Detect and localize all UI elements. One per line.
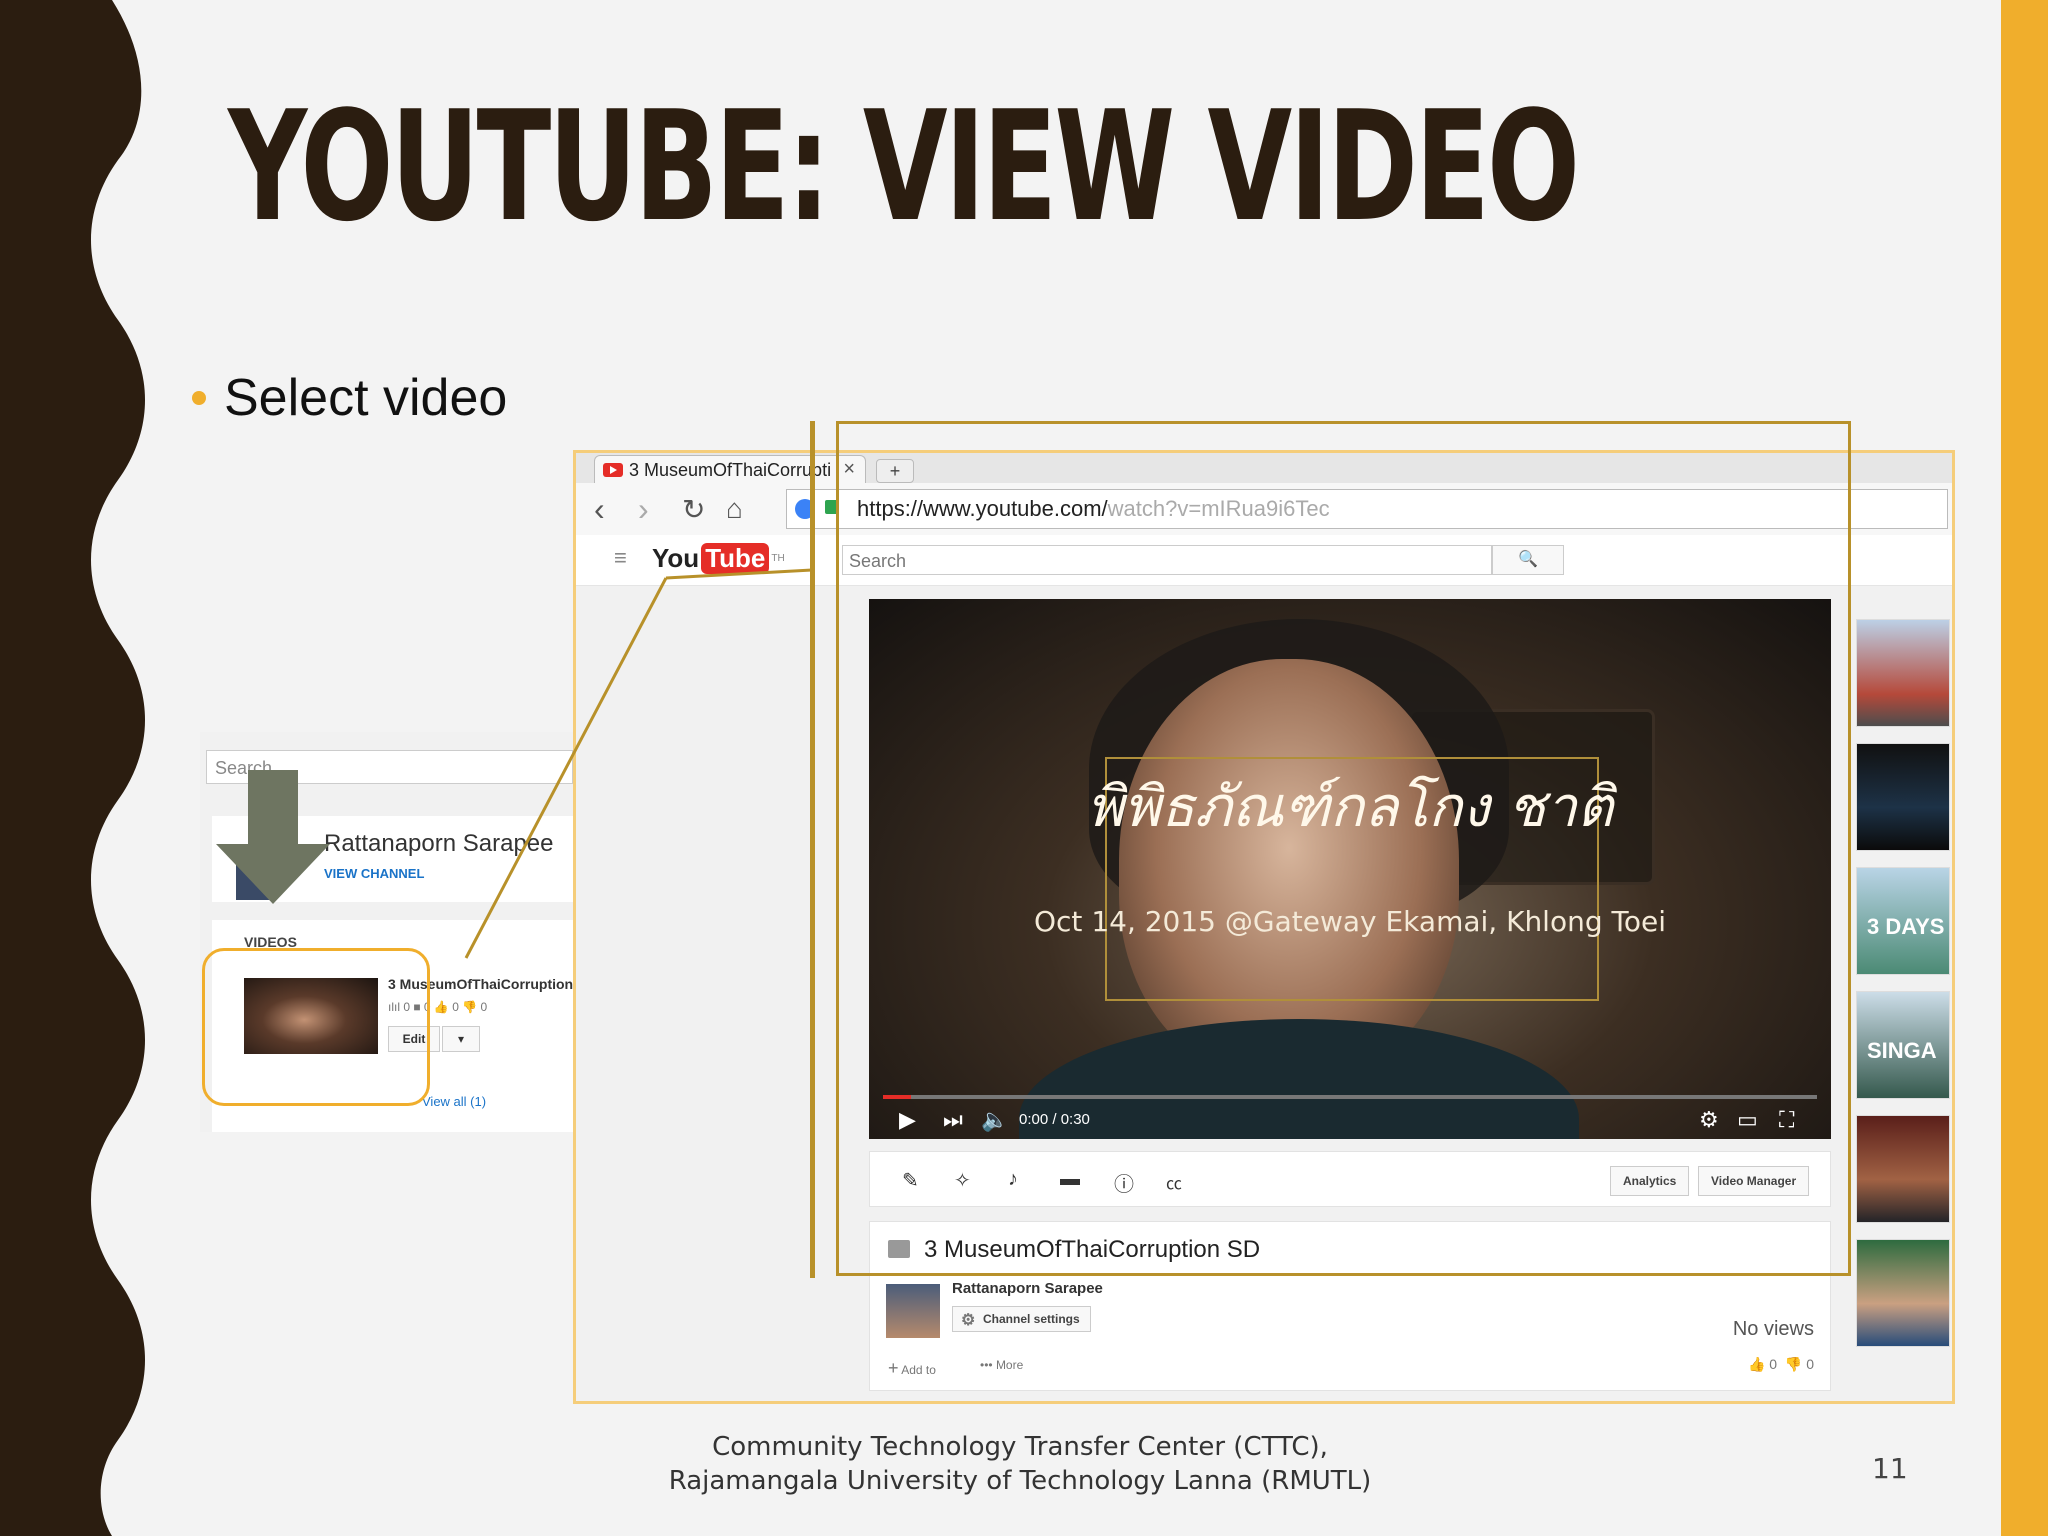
zoom-bracket [810,421,815,1278]
page-number: 11 [1872,1452,1908,1485]
zoom-highlight-box [836,421,1851,1276]
slide: YOUTUBE: VIEW VIDEO Select video Search … [0,0,2048,1536]
footer-line-2: Rajamangala University of Technology Lan… [668,1466,1372,1496]
footer-line-1: Community Technology Transfer Center (CT… [712,1432,1328,1462]
footer: Community Technology Transfer Center (CT… [640,1430,1400,1498]
thumbnail-highlight [202,948,430,1106]
down-arrow-icon [216,770,330,904]
